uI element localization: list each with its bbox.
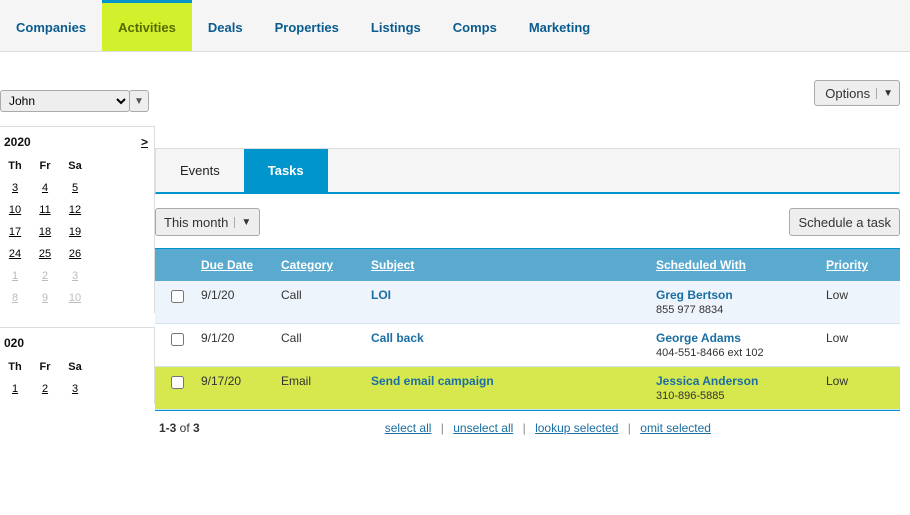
cell-contact-link[interactable]: Greg Bertson	[656, 288, 733, 302]
unselect-all-link[interactable]: unselect all	[453, 421, 513, 435]
cell-category: Call	[275, 281, 365, 323]
nav-comps[interactable]: Comps	[437, 0, 513, 51]
cell-phone: 855 977 8834	[656, 304, 723, 316]
calendar-next[interactable]: >	[141, 135, 148, 149]
lookup-selected-link[interactable]: lookup selected	[535, 421, 618, 435]
cell-subject-link[interactable]: Send email campaign	[371, 374, 494, 388]
calendar-day: 8	[0, 287, 30, 309]
calendar-day: 1	[0, 265, 30, 287]
calendar-dow: Fr	[30, 155, 60, 177]
tasks-grid: Due Date Category Subject Scheduled With…	[155, 248, 900, 445]
options-button[interactable]: Options▼	[814, 80, 900, 106]
cell-due-date: 9/1/20	[195, 281, 275, 323]
user-dropdown[interactable]: John	[0, 90, 130, 112]
calendar-day[interactable]: 17	[0, 221, 30, 243]
calendar-dow: Sa	[60, 155, 90, 177]
cell-contact-link[interactable]: Jessica Anderson	[656, 374, 758, 388]
calendar-day[interactable]: 25	[30, 243, 60, 265]
caret-icon: ▼	[876, 88, 893, 99]
cell-contact-link[interactable]: George Adams	[656, 331, 741, 345]
table-row: 9/1/20Call Call back George Adams 404-551-8…	[155, 324, 900, 367]
calendar-day[interactable]: 10	[0, 199, 30, 221]
cell-priority: Low	[820, 324, 900, 366]
row-checkbox[interactable]	[171, 290, 184, 303]
subtab-events[interactable]: Events	[156, 149, 244, 192]
caret-icon: ▼	[234, 217, 251, 228]
column-subject[interactable]: Subject	[365, 249, 650, 281]
calendar-2: 020 ThFrSa 123	[0, 327, 155, 404]
cell-due-date: 9/1/20	[195, 324, 275, 366]
calendar-year-2: 020	[4, 336, 24, 350]
calendar-day[interactable]: 24	[0, 243, 30, 265]
column-priority[interactable]: Priority	[820, 249, 900, 281]
calendar-1: 2020> ThFrSa 345101112171819242526123891…	[0, 126, 155, 313]
cell-subject-link[interactable]: Call back	[371, 331, 424, 345]
row-checkbox[interactable]	[171, 333, 184, 346]
calendar-day[interactable]: 3	[0, 177, 30, 199]
omit-selected-link[interactable]: omit selected	[640, 421, 711, 435]
cell-priority: Low	[820, 281, 900, 323]
calendar-dow: Sa	[60, 356, 90, 378]
user-dropdown-caret[interactable]: ▼	[129, 90, 149, 112]
nav-deals[interactable]: Deals	[192, 0, 259, 51]
top-nav: CompaniesActivitiesDealsPropertiesListin…	[0, 0, 910, 52]
cell-phone: 310-896-5885	[656, 390, 725, 402]
column-scheduled-with[interactable]: Scheduled With	[650, 249, 820, 281]
cell-category: Call	[275, 324, 365, 366]
grid-header: Due Date Category Subject Scheduled With…	[155, 249, 900, 281]
select-all-link[interactable]: select all	[385, 421, 432, 435]
cell-category: Email	[275, 367, 365, 409]
calendar-day[interactable]: 18	[30, 221, 60, 243]
nav-listings[interactable]: Listings	[355, 0, 437, 51]
schedule-task-button[interactable]: Schedule a task	[789, 208, 900, 236]
calendar-day: 3	[60, 265, 90, 287]
calendar-day: 9	[30, 287, 60, 309]
nav-marketing[interactable]: Marketing	[513, 0, 606, 51]
cell-phone: 404-551-8466 ext 102	[656, 347, 764, 359]
column-category[interactable]: Category	[275, 249, 365, 281]
calendar-day[interactable]: 26	[60, 243, 90, 265]
user-selector: John ▼	[0, 90, 155, 112]
calendar-day[interactable]: 11	[30, 199, 60, 221]
column-due-date[interactable]: Due Date	[195, 249, 275, 281]
nav-activities[interactable]: Activities	[102, 0, 192, 51]
row-checkbox[interactable]	[171, 376, 184, 389]
nav-companies[interactable]: Companies	[0, 0, 102, 51]
calendar-dow: Fr	[30, 356, 60, 378]
date-filter-button[interactable]: This month▼	[155, 208, 260, 236]
cell-subject-link[interactable]: LOI	[371, 288, 391, 302]
cell-priority: Low	[820, 367, 900, 409]
calendar-day[interactable]: 4	[30, 177, 60, 199]
nav-properties[interactable]: Properties	[259, 0, 355, 51]
table-row: 9/17/20Email Send email campaign Jessica A…	[155, 367, 900, 410]
calendar-day: 2	[30, 265, 60, 287]
column-checkbox	[155, 249, 195, 281]
subtab-tasks[interactable]: Tasks	[244, 149, 328, 192]
grid-footer: 1-3 of 3 select all | unselect all | loo…	[155, 410, 900, 445]
calendar-day[interactable]: 12	[60, 199, 90, 221]
calendar-dow: Th	[0, 155, 30, 177]
calendar-day[interactable]: 5	[60, 177, 90, 199]
calendar-day[interactable]: 1	[0, 378, 30, 400]
calendar-dow: Th	[0, 356, 30, 378]
calendar-day[interactable]: 3	[60, 378, 90, 400]
calendar-day[interactable]: 2	[30, 378, 60, 400]
table-row: 9/1/20Call LOI Greg Bertson 855 977 8834 Low	[155, 281, 900, 324]
cell-due-date: 9/17/20	[195, 367, 275, 409]
calendar-year: 2020	[4, 135, 31, 149]
calendar-day[interactable]: 19	[60, 221, 90, 243]
calendar-day: 10	[60, 287, 90, 309]
subtabs: EventsTasks	[155, 148, 900, 194]
